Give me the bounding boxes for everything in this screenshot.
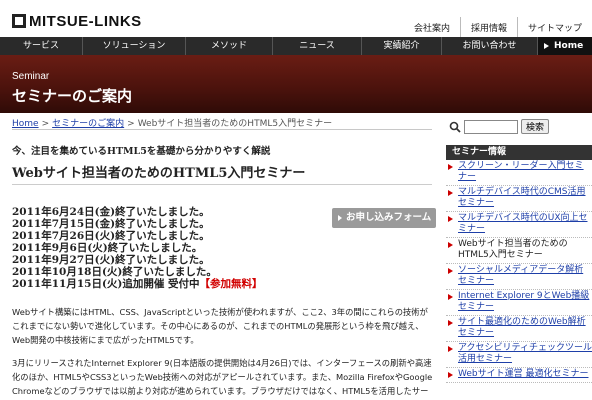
company-logo[interactable]: MITSUE-LINKS <box>12 10 142 32</box>
seminar-link[interactable]: マルチデバイス時代のCMS活用セミナー <box>458 187 586 208</box>
utility-nav: 会社案内 採用情報 サイトマップ <box>404 17 592 38</box>
seminar-list-item[interactable]: マルチデバイス時代のCMS活用セミナー <box>446 186 592 212</box>
divider <box>12 129 432 130</box>
date-line: 2011年7月26日(火)終了いたしました。 <box>12 230 210 242</box>
seminar-list-item[interactable]: マルチデバイス時代のUX向上セミナー <box>446 212 592 238</box>
search-button[interactable]: 検索 <box>521 119 549 134</box>
nav-item-method[interactable]: メソッド <box>186 37 273 55</box>
seminar-list-item[interactable]: スクリーン・リーダー入門セミナー <box>446 160 592 186</box>
search-icon <box>449 121 461 133</box>
date-line: 2011年6月24日(金)終了いたしました。 <box>12 206 210 218</box>
hero-eyebrow: Seminar <box>12 71 50 82</box>
nav-item-news[interactable]: ニュース <box>273 37 362 55</box>
util-link-company[interactable]: 会社案内 <box>404 17 460 38</box>
breadcrumb-seminar[interactable]: セミナーのご案内 <box>52 119 124 129</box>
hero-title: セミナーのご案内 <box>12 87 133 105</box>
seminar-link[interactable]: Internet Explorer 9とWeb播級セミナー <box>458 291 589 312</box>
nav-item-home[interactable]: Home <box>538 37 592 55</box>
nav-item-contact[interactable]: お問い合わせ <box>442 37 538 55</box>
nav-item-service[interactable]: サービス <box>0 37 83 55</box>
breadcrumb: Home > セミナーのご案内 > Webサイト担当者のためのHTML5入門セミナー <box>12 116 332 129</box>
hero-banner: Seminar セミナーのご案内 <box>0 55 592 113</box>
date-line-open: 2011年11月15日(火)追加開催 受付中【参加無料】 <box>12 278 263 290</box>
util-link-recruit[interactable]: 採用情報 <box>459 17 517 38</box>
intro-paragraph: Webサイト構築にはHTML、CSS、JavaScriptといった技術が使われま… <box>12 307 428 345</box>
seminar-list-item[interactable]: ソーシャルメディアデータ解析セミナー <box>446 264 592 290</box>
search-input[interactable] <box>464 120 518 134</box>
global-nav: サービス ソリューション メソッド ニュース 実績紹介 お問い合わせ Home <box>0 37 592 55</box>
breadcrumb-separator: > <box>41 119 50 129</box>
nav-item-solution[interactable]: ソリューション <box>83 37 186 55</box>
seminar-list-item-current: Webサイト担当者のためのHTML5入門セミナー <box>446 238 592 264</box>
page-title: Webサイト担当者のためのHTML5入門セミナー <box>12 166 306 181</box>
date-line: 2011年10月18日(火)終了いたしました。 <box>12 266 217 278</box>
seminar-list-item[interactable]: Internet Explorer 9とWeb播級セミナー <box>446 290 592 316</box>
breadcrumb-home[interactable]: Home <box>12 119 39 129</box>
seminar-link[interactable]: スクリーン・リーダー入門セミナー <box>458 161 584 182</box>
logo-text: MITSUE-LINKS <box>29 12 142 30</box>
seminar-link[interactable]: アクセシビリティチェックツール活用セミナー <box>458 343 592 364</box>
seminar-link[interactable]: Webサイト運営 最適化セミナー <box>458 369 588 379</box>
util-link-sitemap[interactable]: サイトマップ <box>516 17 592 38</box>
seminar-list-item[interactable]: サイト最適化のためのWeb解析セミナー <box>446 316 592 342</box>
date-line: 2011年9月6日(火)終了いたしました。 <box>12 242 203 254</box>
seminar-list-item[interactable]: Webサイト運営 最適化セミナー <box>446 368 592 383</box>
breadcrumb-separator: > <box>127 119 135 129</box>
date-line: 2011年7月15日(金)終了いたしました。 <box>12 218 210 230</box>
body-paragraph: 3月にリリースされたInternet Explorer 9(日本語版の提供開始は… <box>12 358 433 396</box>
seminar-dates: 2011年6月24日(金)終了いたしました。 2011年7月15日(金)終了いた… <box>12 206 263 290</box>
divider <box>12 184 432 185</box>
date-line: 2011年9月27日(火)終了いたしました。 <box>12 254 210 266</box>
logo-mark-icon <box>12 14 26 28</box>
seminar-link[interactable]: ソーシャルメディアデータ解析セミナー <box>458 265 583 286</box>
seminar-list: スクリーン・リーダー入門セミナー マルチデバイス時代のCMS活用セミナー マルチ… <box>446 160 592 383</box>
seminar-list-item[interactable]: アクセシビリティチェックツール活用セミナー <box>446 342 592 368</box>
breadcrumb-current: Webサイト担当者のためのHTML5入門セミナー <box>137 119 333 129</box>
apply-form-button[interactable]: お申し込みフォーム <box>332 208 436 228</box>
date-open-text: 2011年11月15日(火)追加開催 受付中 <box>12 278 200 290</box>
nav-item-works[interactable]: 実績紹介 <box>362 37 442 55</box>
seminar-current-label: Webサイト担当者のためのHTML5入門セミナー <box>458 239 568 260</box>
page-subtitle: 今、注目を集めているHTML5を基礎から分かりやすく解説 <box>12 146 271 157</box>
seminar-link[interactable]: サイト最適化のためのWeb解析セミナー <box>458 317 586 338</box>
free-badge: 【参加無料】 <box>199 278 263 290</box>
seminar-link[interactable]: マルチデバイス時代のUX向上セミナー <box>458 213 587 234</box>
sidebar-heading: セミナー情報 <box>446 145 592 160</box>
